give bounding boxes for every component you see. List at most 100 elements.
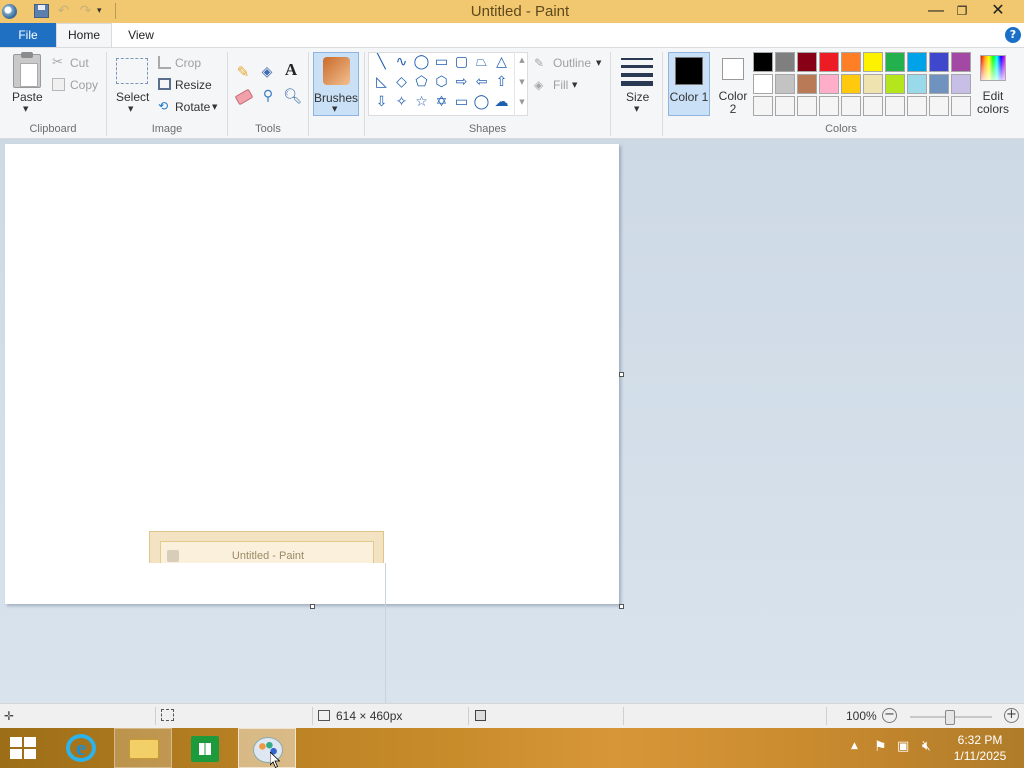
maximize-button[interactable]: ❐ [945,0,979,22]
color1-button[interactable]: Color 1 [668,52,710,116]
rotate-dropdown-icon[interactable]: ▼ [212,103,217,111]
rotate-button[interactable]: Rotate [175,100,210,114]
brushes-button[interactable]: Brushes ▼ [313,52,359,116]
crop-button[interactable]: Crop [175,56,201,70]
rounded-rectangle-shape-icon[interactable]: ▢ [453,54,470,71]
palette-swatch[interactable] [863,74,883,94]
palette-swatch[interactable] [885,74,905,94]
palette-swatch[interactable] [797,74,817,94]
zoom-slider-thumb[interactable] [945,710,955,725]
palette-swatch[interactable] [841,74,861,94]
palette-swatch[interactable] [841,96,861,116]
palette-swatch[interactable] [929,74,949,94]
shapes-scrollbar[interactable]: ▲ ▼ ▼ [514,52,528,116]
paste-button[interactable]: Paste [12,90,43,104]
action-center-flag-icon[interactable]: ⚑ [874,739,887,755]
zoom-out-button[interactable]: − [882,708,897,723]
color-spectrum-icon[interactable] [980,55,1006,81]
palette-swatch[interactable] [753,96,773,116]
palette-swatch[interactable] [775,52,795,72]
polygon-shape-icon[interactable]: ⏢ [473,54,490,71]
palette-swatch[interactable] [885,52,905,72]
resize-handle-bottom[interactable] [310,604,315,609]
pencil-icon[interactable]: ✎ [235,64,251,80]
taskbar-file-explorer[interactable] [114,728,172,768]
down-arrow-shape-icon[interactable]: ⇩ [373,94,390,111]
outline-button[interactable]: Outline [553,56,591,70]
zoom-in-button[interactable]: + [1004,708,1019,723]
rect-callout-icon[interactable]: ▭ [453,94,470,111]
palette-swatch[interactable] [929,96,949,116]
rectangle-shape-icon[interactable]: ▭ [433,54,450,71]
magnifier-icon[interactable]: 🔍︎ [283,88,302,104]
size-button[interactable]: Size [626,90,649,104]
right-triangle-shape-icon[interactable]: ◺ [373,74,390,91]
palette-swatch[interactable] [907,74,927,94]
right-arrow-shape-icon[interactable]: ⇨ [453,74,470,91]
resize-handle-right[interactable] [619,372,624,377]
palette-swatch[interactable] [863,52,883,72]
select-button[interactable]: Select [116,90,149,104]
palette-swatch[interactable] [907,52,927,72]
close-button[interactable]: ✕ [981,0,1015,22]
select-dropdown-icon[interactable]: ▼ [128,105,133,113]
select-icon[interactable] [116,58,148,84]
eraser-icon[interactable] [234,88,254,106]
edit-colors-button[interactable]: Edit colors [972,90,1014,116]
fill-dropdown-icon[interactable]: ▼ [572,81,577,89]
palette-swatch[interactable] [863,96,883,116]
clock-date[interactable]: 1/11/2025 [945,749,1015,763]
line-size-icon[interactable] [621,56,653,86]
palette-swatch[interactable] [797,96,817,116]
cut-button[interactable]: Cut [70,56,89,70]
outline-dropdown-icon[interactable]: ▼ [596,59,601,67]
left-arrow-shape-icon[interactable]: ⇦ [473,74,490,91]
tab-view[interactable]: View [114,23,168,47]
taskbar-store[interactable] [176,728,234,768]
five-point-star-icon[interactable]: ☆ [413,94,430,111]
network-icon[interactable]: ▣ [897,739,909,754]
pentagon-shape-icon[interactable]: ⬠ [413,74,430,91]
taskbar-preview-thumbnail[interactable]: Untitled - Paint [149,531,384,564]
color-picker-icon[interactable]: ⚲ [260,88,276,104]
scroll-down-icon[interactable]: ▼ [515,78,529,86]
palette-swatch[interactable] [797,52,817,72]
fill-bucket-icon[interactable]: ◈ [259,64,275,80]
expand-gallery-icon[interactable]: ▼ [515,98,529,106]
scroll-up-icon[interactable]: ▲ [515,56,529,64]
palette-swatch[interactable] [841,52,861,72]
taskbar-internet-explorer[interactable]: e [54,728,112,768]
triangle-shape-icon[interactable]: △ [493,54,510,71]
palette-swatch[interactable] [775,74,795,94]
taskbar-paint[interactable] [238,728,296,768]
diamond-shape-icon[interactable]: ◇ [393,74,410,91]
six-point-star-icon[interactable]: ✡ [433,94,450,111]
line-shape-icon[interactable]: ╲ [373,54,390,71]
palette-swatch[interactable] [907,96,927,116]
palette-swatch[interactable] [775,96,795,116]
help-icon[interactable]: ? [1005,27,1021,43]
four-point-star-icon[interactable]: ✧ [393,94,410,111]
palette-swatch[interactable] [753,52,773,72]
palette-swatch[interactable] [951,96,971,116]
tab-home[interactable]: Home [56,23,112,48]
cloud-callout-icon[interactable]: ☁ [493,94,510,111]
up-arrow-shape-icon[interactable]: ⇧ [493,74,510,91]
clock-time[interactable]: 6:32 PM [945,733,1015,747]
copy-button[interactable]: Copy [70,78,98,92]
resize-button[interactable]: Resize [175,78,212,92]
size-dropdown-icon[interactable]: ▼ [634,105,639,113]
oval-shape-icon[interactable]: ◯ [413,54,430,71]
curve-shape-icon[interactable]: ∿ [393,54,410,71]
palette-swatch[interactable] [819,96,839,116]
oval-callout-icon[interactable]: ◯ [473,94,490,111]
hexagon-shape-icon[interactable]: ⬡ [433,74,450,91]
palette-swatch[interactable] [819,52,839,72]
text-tool-icon[interactable]: A [283,61,299,78]
resize-handle-corner[interactable] [619,604,624,609]
windows-start-icon[interactable] [10,737,38,761]
paste-icon[interactable] [13,52,41,88]
palette-swatch[interactable] [929,52,949,72]
fill-button[interactable]: Fill [553,78,568,92]
palette-swatch[interactable] [819,74,839,94]
